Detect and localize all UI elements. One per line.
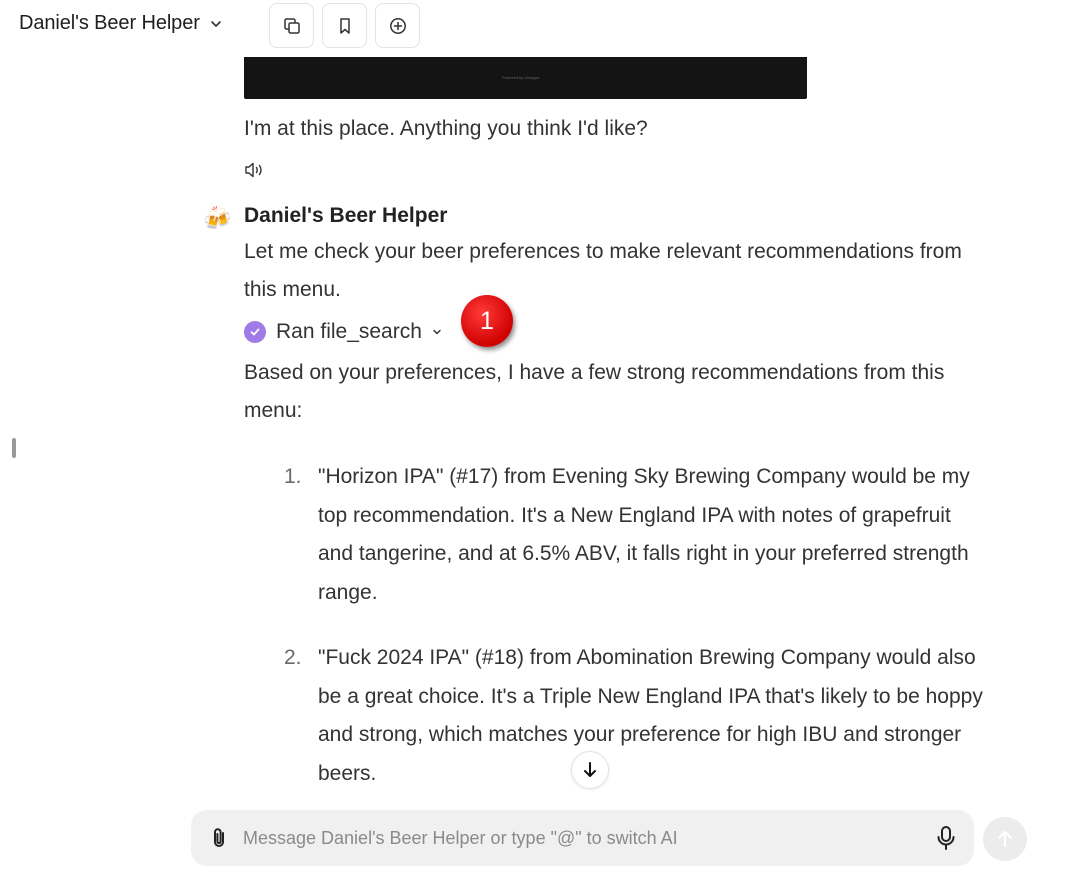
list-item: 1. "Horizon IPA" (#17) from Evening Sky … [284,458,984,612]
plus-circle-icon [389,17,406,34]
recommendation-list: 1. "Horizon IPA" (#17) from Evening Sky … [284,458,984,793]
tool-call-toggle[interactable]: Ran file_search [244,320,442,344]
chevron-down-icon [210,20,221,27]
bot-title-dropdown[interactable]: Daniel's Beer Helper [19,12,222,35]
image-caption: Powered by Untappd [502,75,540,80]
list-item: 2. "Fuck 2024 IPA" (#18) from Abominatio… [284,639,984,793]
list-item-text: "Horizon IPA" (#17) from Evening Sky Bre… [318,465,970,604]
tool-call-label: Ran file_search [276,320,422,343]
bookmark-icon [339,17,350,34]
assistant-lead: Based on your preferences, I have a few … [244,361,945,422]
sidebar-resize-handle[interactable] [12,438,16,458]
list-item-text: "Fuck 2024 IPA" (#18) from Abomination B… [318,646,983,785]
arrow-down-icon [584,762,596,777]
copy-button[interactable] [269,3,314,48]
scroll-to-bottom-button[interactable] [571,751,609,789]
paperclip-icon[interactable] [207,826,231,850]
assistant-intro: Let me check your beer preferences to ma… [244,240,962,301]
speaker-icon[interactable] [244,160,266,180]
user-message: I'm at this place. Anything you think I'… [244,117,648,140]
assistant-name: Daniel's Beer Helper [244,204,448,227]
annotation-marker: 1 [461,295,513,347]
bot-title: Daniel's Beer Helper [19,12,200,34]
beer-avatar-icon: 🍻 [203,205,232,231]
new-chat-button[interactable] [375,3,420,48]
arrow-up-icon [998,830,1012,848]
message-input[interactable] [243,823,923,853]
microphone-icon[interactable] [934,825,958,851]
top-bar: Daniel's Beer Helper [0,0,1092,52]
message-composer [191,810,974,866]
uploaded-menu-image[interactable]: Powered by Untappd [244,57,807,99]
bookmark-button[interactable] [322,3,367,48]
chevron-down-icon [433,329,441,335]
list-number: 1. [284,465,302,488]
copy-icon [283,17,300,34]
list-number: 2. [284,646,302,669]
send-button[interactable] [983,817,1027,861]
check-circle-icon [244,321,266,343]
